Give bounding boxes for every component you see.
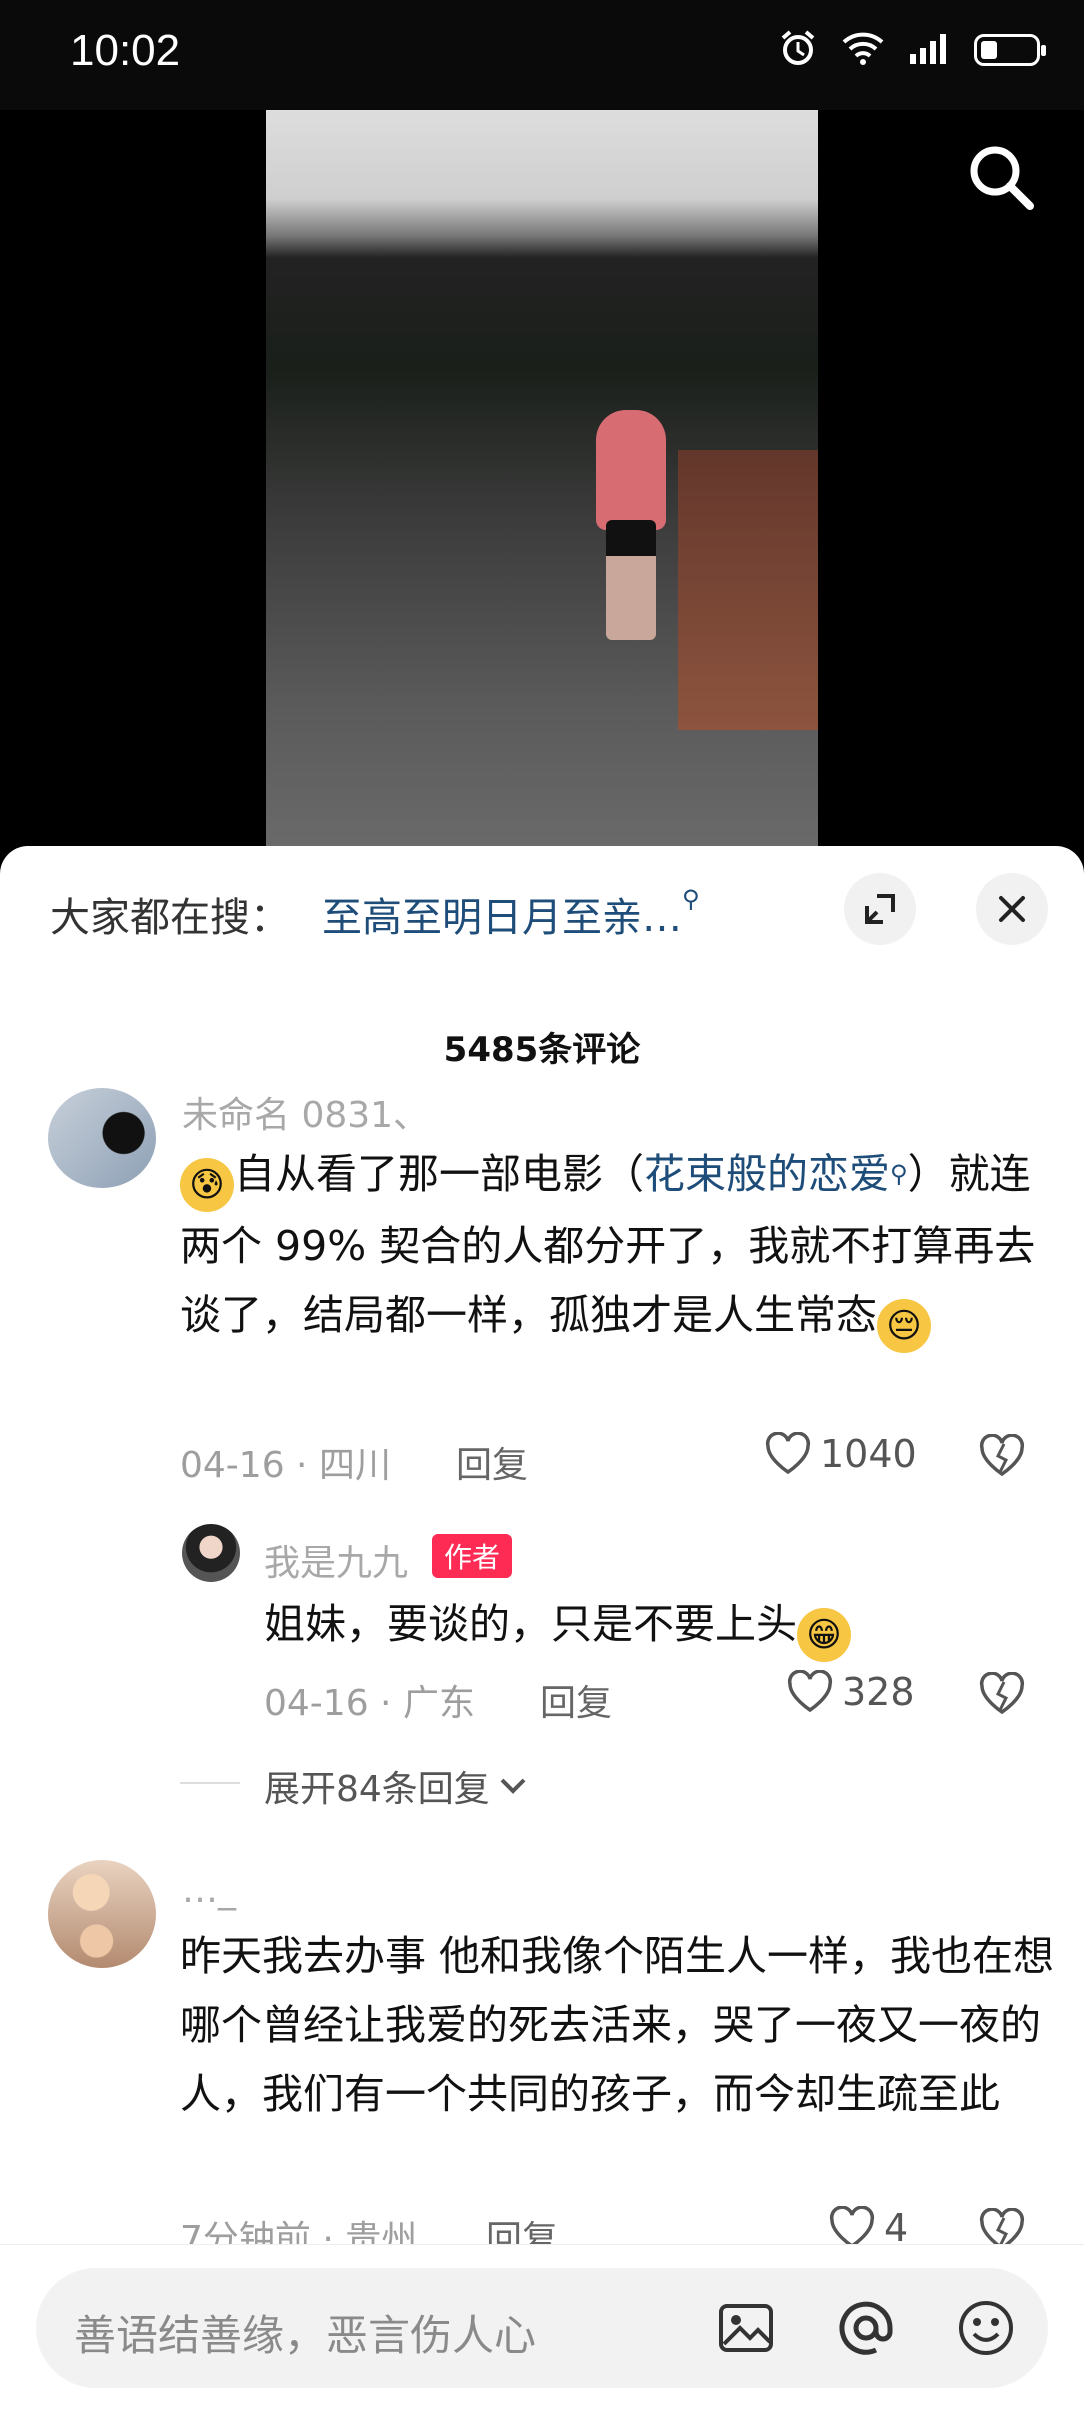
expand-icon (865, 894, 895, 924)
emoji-icon[interactable] (956, 2298, 1016, 2358)
search-small-icon: ⚲ (890, 1160, 908, 1188)
at-icon[interactable] (836, 2298, 896, 2358)
divider (180, 1782, 240, 1784)
close-icon (999, 896, 1025, 922)
image-icon[interactable] (716, 2298, 776, 2358)
video-player[interactable] (266, 110, 818, 850)
comment-count: 5485条评论 (443, 1030, 641, 1070)
comment-username[interactable]: 未命名 0831、 (182, 1086, 429, 1138)
battery-icon (974, 34, 1046, 66)
chevron-down-icon (500, 1778, 526, 1794)
wifi-icon (840, 30, 886, 70)
expand-replies-label: 展开84条回复 (264, 1769, 490, 1810)
comment-link[interactable]: 花束般的恋爱⚲ (644, 1150, 908, 1198)
crying-emoji-icon: 😰 (180, 1158, 234, 1212)
reply-button[interactable]: 回复 (456, 1436, 528, 1488)
avatar[interactable] (48, 1088, 156, 1188)
comment-input-placeholder: 善语结善缘，恶言伤人心 (74, 2311, 537, 2360)
video-figure-legs (606, 520, 656, 640)
comment-username[interactable]: 我是九九 (264, 1534, 408, 1586)
like-count: 328 (842, 1670, 915, 1714)
reply-button[interactable]: 回复 (540, 1674, 612, 1726)
alarm-icon (778, 28, 818, 72)
close-button[interactable] (976, 873, 1048, 945)
signal-icon (908, 32, 952, 68)
video-figure (596, 410, 666, 530)
like-count: 1040 (820, 1432, 917, 1476)
hot-search-link[interactable]: 至高至明日月至亲…⚲ (322, 885, 700, 943)
grin-emoji-icon: 😁 (797, 1608, 851, 1662)
search-small-icon: ⚲ (682, 885, 700, 913)
heart-icon (765, 1432, 811, 1475)
sad-emoji-icon: 😔 (877, 1299, 931, 1353)
like-button[interactable]: 328 (786, 1670, 915, 1714)
comment-text: 😰 自从看了那一部电影（花束般的恋爱⚲）就连两个 99% 契合的人都分开了，我就不… (180, 1140, 1060, 1353)
author-badge: 作者 (432, 1534, 513, 1578)
dislike-icon[interactable] (978, 1433, 1026, 1482)
expand-button[interactable] (844, 873, 916, 945)
like-button[interactable]: 1040 (764, 1432, 917, 1476)
comment-text: 昨天我去办事 他和我像个陌生人一样，我也在想 哪个曾经让我爱的死去活来，哭了一夜… (180, 1932, 1055, 2118)
comment-username[interactable]: …_ (182, 1870, 236, 1911)
hot-search-label: 大家都在搜： (50, 895, 290, 941)
comment-text: 姐妹，要谈的，只是不要上头 😁 (264, 1590, 1044, 1662)
comment-meta: 04-16 · 四川 (180, 1445, 391, 1486)
video-railing (678, 450, 818, 730)
dislike-icon[interactable] (978, 1671, 1026, 1720)
avatar[interactable] (182, 1524, 240, 1582)
avatar[interactable] (48, 1860, 156, 1968)
search-icon[interactable] (964, 140, 1038, 214)
comment-meta: 04-16 · 广东 (264, 1683, 475, 1724)
hot-search-query: 至高至明日月至亲… (322, 895, 682, 941)
expand-replies-button[interactable]: 展开84条回复 (264, 1760, 528, 1812)
status-time: 10:02 (70, 26, 181, 75)
heart-icon (787, 1670, 833, 1713)
status-icons (778, 28, 1046, 72)
